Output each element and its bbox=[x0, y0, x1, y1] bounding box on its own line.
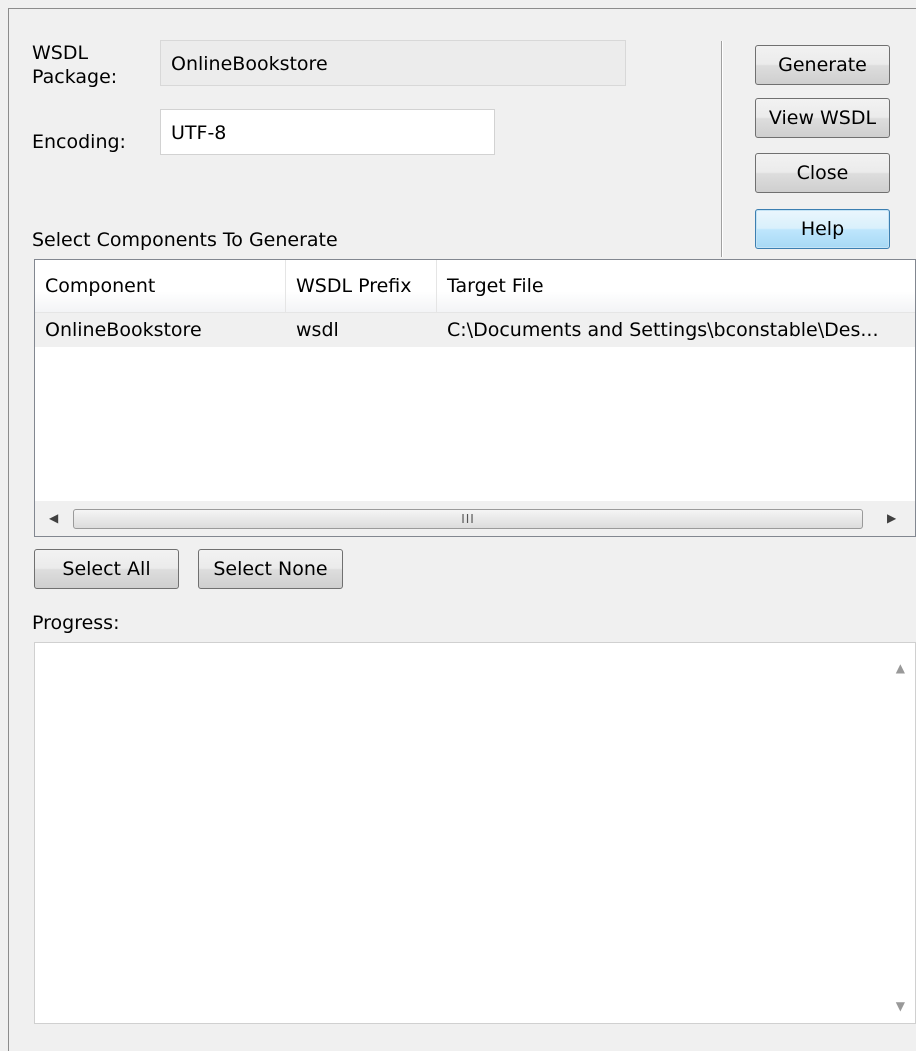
select-components-label: Select Components To Generate bbox=[32, 229, 338, 251]
scroll-left-icon[interactable]: ◀ bbox=[49, 511, 58, 525]
wsdl-prefix-cell: wsdl bbox=[296, 319, 339, 341]
select-none-button[interactable]: Select None bbox=[198, 549, 343, 589]
column-header-target-file[interactable]: Target File bbox=[437, 260, 915, 312]
generate-wsdl-dialog: WSDL Package: OnlineBookstore Encoding: … bbox=[8, 8, 916, 1051]
components-list-header: Component WSDL Prefix Target File bbox=[35, 260, 915, 313]
list-item[interactable]: OnlineBookstore wsdl C:\Documents and Se… bbox=[35, 313, 915, 347]
column-header-component[interactable]: Component bbox=[35, 260, 285, 312]
encoding-input[interactable]: UTF-8 bbox=[160, 109, 495, 155]
component-cell: OnlineBookstore bbox=[45, 319, 202, 341]
select-all-button[interactable]: Select All bbox=[34, 549, 179, 589]
progress-textarea[interactable]: ▲ ▼ bbox=[34, 642, 916, 1024]
wsdl-package-field[interactable]: OnlineBookstore bbox=[160, 40, 626, 86]
horizontal-scroll-thumb[interactable]: III bbox=[73, 509, 863, 529]
vertical-separator bbox=[721, 41, 723, 257]
scroll-down-icon[interactable]: ▼ bbox=[896, 999, 905, 1013]
wsdl-package-value: OnlineBookstore bbox=[171, 53, 328, 75]
scroll-right-icon[interactable]: ▶ bbox=[887, 511, 896, 525]
scroll-grip-icon: III bbox=[461, 512, 475, 526]
encoding-label: Encoding: bbox=[32, 131, 126, 153]
target-file-cell: C:\Documents and Settings\bconstable\Des… bbox=[447, 319, 879, 341]
wsdl-package-label: WSDL Package: bbox=[32, 42, 118, 88]
help-button[interactable]: Help bbox=[755, 209, 890, 249]
close-button[interactable]: Close bbox=[755, 153, 890, 193]
generate-button[interactable]: Generate bbox=[755, 45, 890, 85]
view-wsdl-button[interactable]: View WSDL bbox=[755, 98, 890, 138]
scroll-up-icon[interactable]: ▲ bbox=[896, 661, 905, 675]
progress-label: Progress: bbox=[32, 612, 120, 634]
components-list[interactable]: Component WSDL Prefix Target File Online… bbox=[34, 259, 916, 537]
horizontal-scrollbar[interactable]: ◀ III ▶ bbox=[35, 501, 915, 536]
encoding-value: UTF-8 bbox=[171, 122, 227, 144]
column-header-wsdl-prefix[interactable]: WSDL Prefix bbox=[286, 260, 436, 312]
